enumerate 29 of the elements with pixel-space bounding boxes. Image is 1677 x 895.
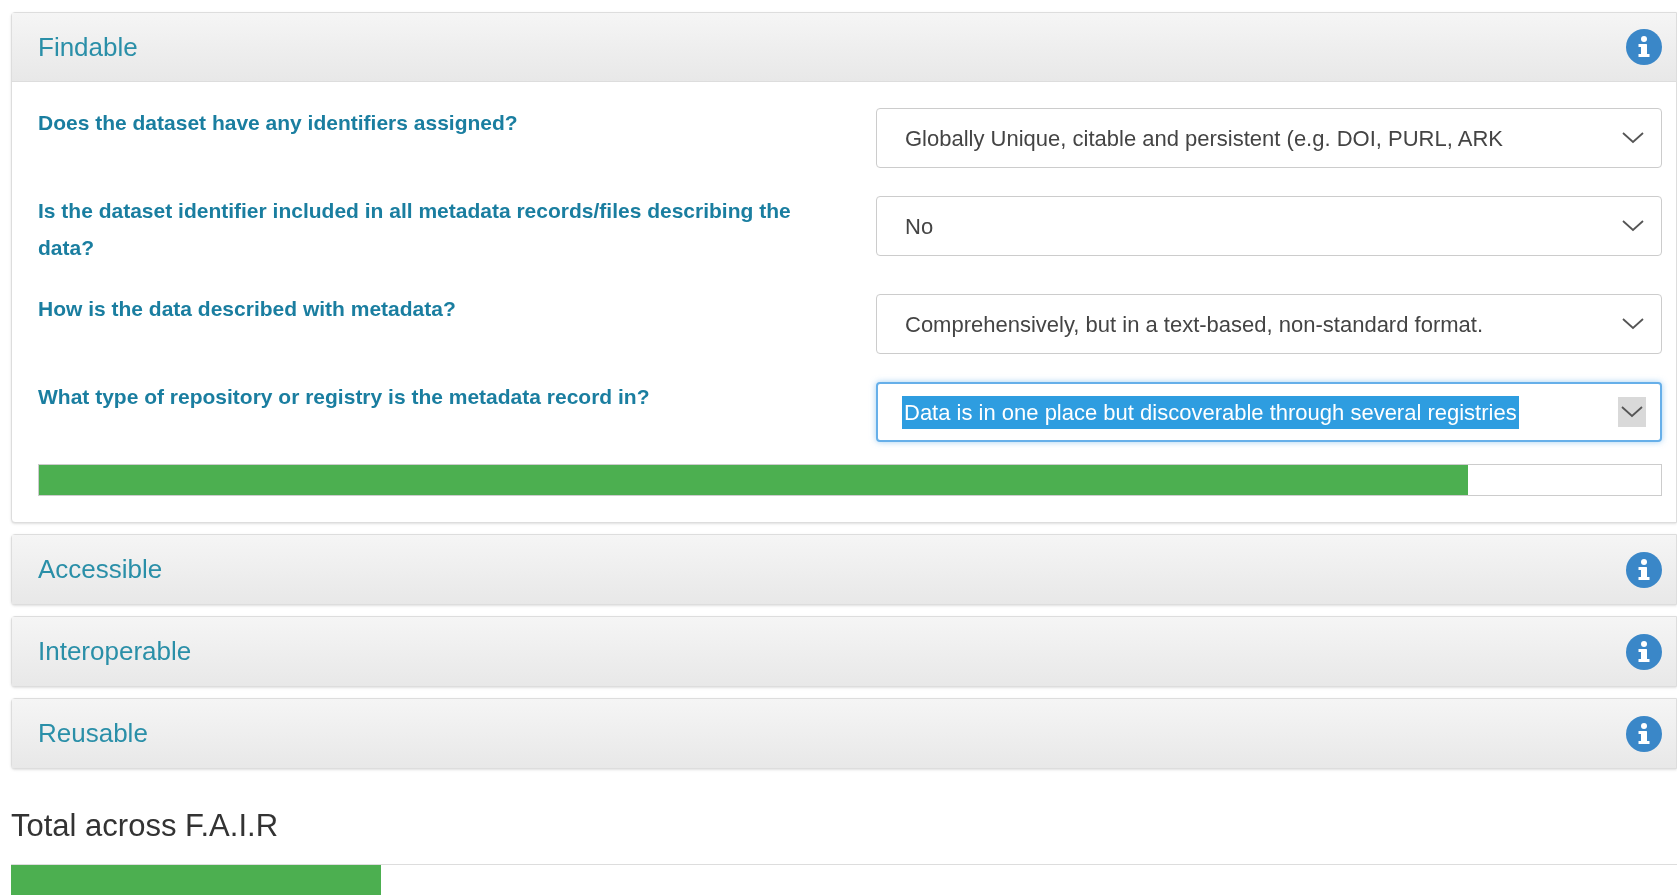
- info-icon[interactable]: [1626, 551, 1662, 588]
- select-field[interactable]: Globally Unique, citable and persistent (e.g. DOI, PURL, ARK: [876, 108, 1662, 168]
- select-value: Globally Unique, citable and persistent (e.g. DOI, PURL, ARK: [905, 124, 1503, 153]
- question-label: What type of repository or registry is the metadata record in?: [38, 384, 651, 410]
- panel-header[interactable]: Accessible: [12, 535, 1676, 604]
- select-field[interactable]: Comprehensively, but in a text-based, non-standard format.: [876, 294, 1662, 354]
- panel-title: Accessible: [38, 553, 163, 586]
- info-icon[interactable]: [1626, 29, 1662, 65]
- chevron-icon: [1622, 220, 1644, 232]
- select-field[interactable]: No: [876, 196, 1662, 256]
- panel-header[interactable]: Reusable: [12, 699, 1676, 768]
- chevron-icon: [1622, 318, 1644, 330]
- chevron-icon: [1621, 406, 1643, 418]
- panel-header[interactable]: Findable: [12, 13, 1676, 82]
- select-value: No: [905, 212, 934, 241]
- panel-title: Findable: [38, 30, 138, 64]
- question-label: Does the dataset have any identifiers assigned?: [38, 110, 519, 136]
- select-field[interactable]: Data is in one place but discoverable through several registries: [876, 382, 1662, 442]
- question-label: Is the dataset identifier included in all metadata records/files describing the data?: [38, 198, 792, 261]
- question-label: How is the data described with metadata?: [38, 296, 457, 322]
- panel-title: Reusable: [38, 717, 148, 750]
- panel-title: Interoperable: [38, 635, 192, 668]
- info-icon[interactable]: [1626, 715, 1662, 752]
- chevron-icon: [1622, 132, 1644, 144]
- total-heading: Total across F.A.I.R: [11, 807, 279, 845]
- select-value: Data is in one place but discoverable through several registries: [902, 395, 1519, 429]
- panel-header[interactable]: Interoperable: [12, 617, 1676, 686]
- select-value: Comprehensively, but in a text-based, non-standard format.: [905, 310, 1483, 339]
- info-icon[interactable]: [1626, 633, 1662, 670]
